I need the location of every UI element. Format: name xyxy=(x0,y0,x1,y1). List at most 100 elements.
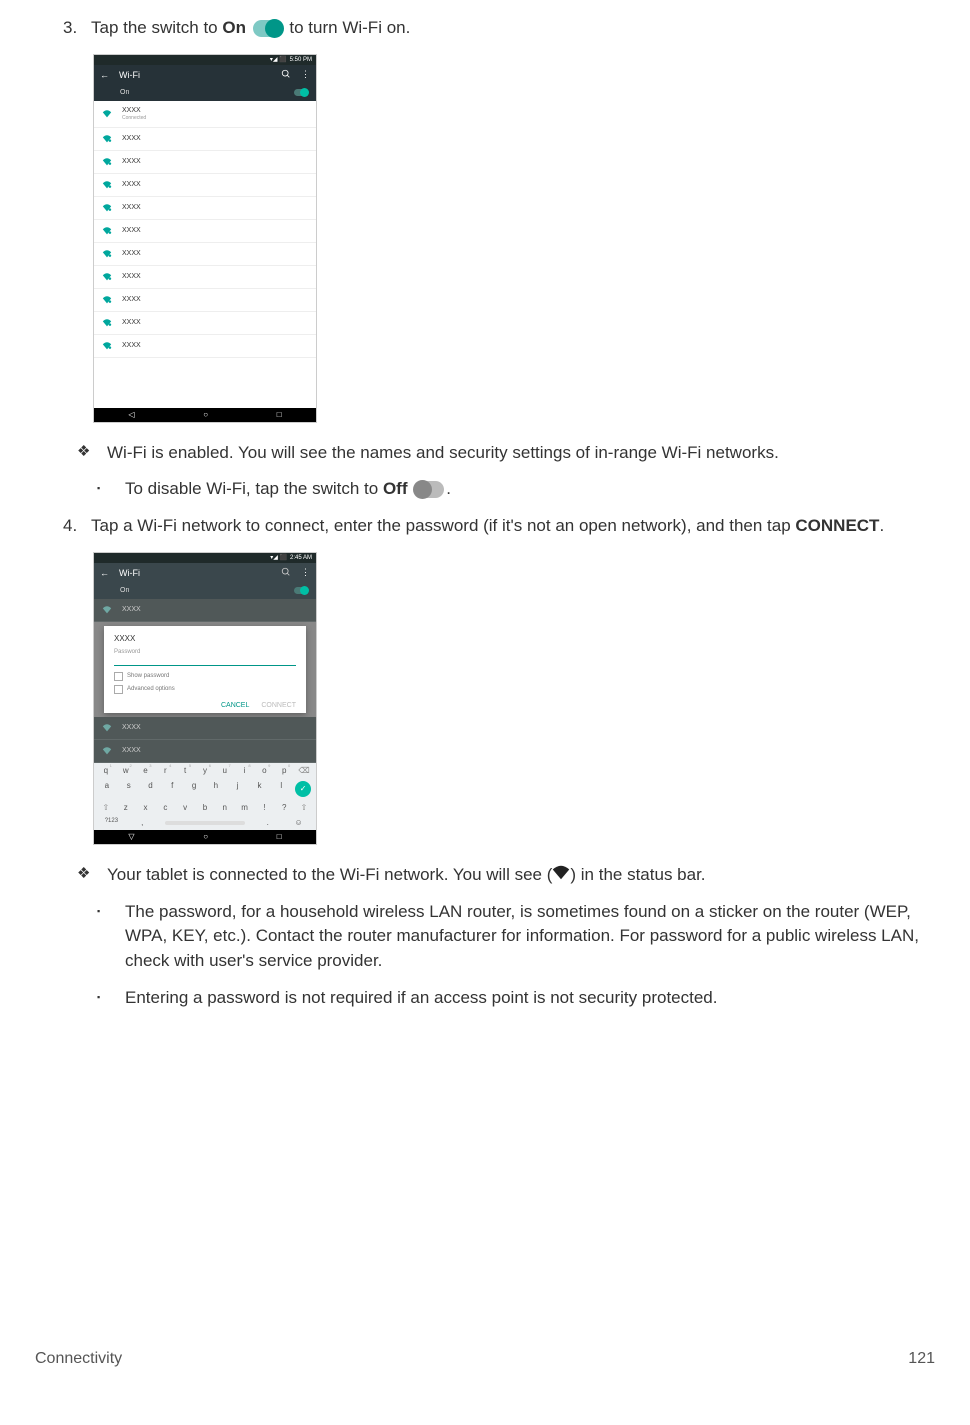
network-row: XXXX xyxy=(94,128,316,151)
wifi-icon xyxy=(102,341,112,351)
on-label: On xyxy=(120,587,129,594)
key: v xyxy=(177,803,193,812)
toggle-on-icon xyxy=(253,20,283,37)
nav-bar: ▽ ○ □ xyxy=(94,830,316,844)
key: c xyxy=(157,803,173,812)
network-name: XXXX xyxy=(122,135,141,142)
diamond-bullet-icon: ❖ xyxy=(77,441,107,466)
nav-recent-icon: □ xyxy=(277,410,282,419)
wifi-icon xyxy=(102,109,112,119)
bullet-disable-wifi: ▪ To disable Wi-Fi, tap the switch to Of… xyxy=(97,477,935,502)
advanced-options-checkbox: Advanced options xyxy=(114,685,296,694)
key: ? xyxy=(276,803,292,812)
network-row: XXXX xyxy=(94,220,316,243)
bullet-text-after: . xyxy=(446,479,451,498)
search-icon xyxy=(281,567,291,579)
key: x xyxy=(138,803,154,812)
key: s xyxy=(121,781,137,797)
toggle-on-icon xyxy=(294,587,308,594)
key: 2w xyxy=(118,766,134,775)
key: j xyxy=(230,781,246,797)
bullet-text: The password, for a household wireless L… xyxy=(125,900,935,974)
key: 1q xyxy=(98,766,114,775)
network-name: XXXX xyxy=(122,204,141,211)
network-name: XXXX xyxy=(122,273,141,280)
step-number: 3. xyxy=(63,16,91,40)
password-label: Password xyxy=(114,649,296,655)
back-icon: ← xyxy=(100,568,109,578)
nav-back-icon: ▽ xyxy=(128,832,134,841)
step-bold: CONNECT xyxy=(795,516,879,535)
network-row: XXXX xyxy=(94,243,316,266)
network-sub: Connected xyxy=(122,115,146,121)
key: 0p xyxy=(276,766,292,775)
key: 6y xyxy=(197,766,213,775)
key: g xyxy=(186,781,202,797)
wifi-icon xyxy=(102,249,112,259)
page-footer: Connectivity 121 xyxy=(35,1350,935,1368)
wifi-icon xyxy=(102,157,112,167)
network-row: XXXX xyxy=(94,599,316,622)
bullet-password-info: ▪ The password, for a household wireless… xyxy=(97,900,935,974)
key: h xyxy=(208,781,224,797)
status-bar: ▾◢ ⬛ 5:50 PM xyxy=(94,55,316,65)
step-bold: On xyxy=(222,18,246,37)
on-label: On xyxy=(120,89,129,96)
screenshot-wifi-connect: ▾◢ ⬛ 2:45 AM ← Wi-Fi ⋮ On XXXX XXXX Pass… xyxy=(93,552,317,845)
footer-section: Connectivity xyxy=(35,1350,122,1368)
key: l xyxy=(273,781,289,797)
wifi-icon xyxy=(102,723,112,733)
cancel-button: CANCEL xyxy=(221,702,249,709)
key: 5t xyxy=(177,766,193,775)
key: 8i xyxy=(237,766,253,775)
wifi-status-icon: ▾◢ ⬛ xyxy=(270,554,287,561)
key: b xyxy=(197,803,213,812)
step-text-after: . xyxy=(879,516,884,535)
step-text: Tap a Wi-Fi network to connect, enter th… xyxy=(91,516,795,535)
network-name: XXXX xyxy=(122,158,141,165)
wifi-connected-icon xyxy=(552,863,570,888)
wifi-icon xyxy=(102,295,112,305)
key: , xyxy=(134,818,150,827)
step-number: 4. xyxy=(63,514,91,538)
network-row: XXXX xyxy=(94,717,316,740)
bullet-wifi-enabled: ❖ Wi-Fi is enabled. You will see the nam… xyxy=(77,441,935,466)
app-title: Wi-Fi xyxy=(119,568,271,578)
network-row: XXXX xyxy=(94,266,316,289)
key: d xyxy=(142,781,158,797)
wifi-on-row: On xyxy=(94,583,316,599)
nav-home-icon: ○ xyxy=(203,832,208,841)
search-icon xyxy=(281,69,291,81)
step-3: 3. Tap the switch to On to turn Wi-Fi on… xyxy=(63,16,935,40)
step-text-after: to turn Wi-Fi on. xyxy=(285,18,411,37)
bullet-text: To disable Wi-Fi, tap the switch to xyxy=(125,479,383,498)
wifi-icon xyxy=(102,203,112,213)
wifi-icon xyxy=(102,134,112,144)
nav-recent-icon: □ xyxy=(277,832,282,841)
bullet-bold: Off xyxy=(383,479,408,498)
wifi-icon xyxy=(102,318,112,328)
network-name: XXXX xyxy=(122,227,141,234)
step-4: 4. Tap a Wi-Fi network to connect, enter… xyxy=(63,514,935,538)
bullet-no-password: ▪ Entering a password is not required if… xyxy=(97,986,935,1011)
network-row: XXXX xyxy=(94,151,316,174)
wifi-icon xyxy=(102,605,112,615)
app-bar: ← Wi-Fi ⋮ xyxy=(94,563,316,583)
shift-icon: ⇧ xyxy=(98,803,114,812)
dialog-title: XXXX xyxy=(114,634,296,643)
wifi-icon xyxy=(102,272,112,282)
nav-home-icon: ○ xyxy=(203,410,208,419)
app-bar: ← Wi-Fi ⋮ xyxy=(94,65,316,85)
key: k xyxy=(251,781,267,797)
checkbox-icon xyxy=(114,685,123,694)
bullet-text: Your tablet is connected to the Wi-Fi ne… xyxy=(107,865,552,884)
key: 9o xyxy=(256,766,272,775)
network-row: XXXX xyxy=(94,289,316,312)
shift-icon: ⇧ xyxy=(296,803,312,812)
key: 4r xyxy=(157,766,173,775)
back-icon: ← xyxy=(100,70,109,80)
network-name: XXXX xyxy=(122,250,141,257)
network-row: XXXX xyxy=(94,740,316,763)
network-row: XXXX xyxy=(94,197,316,220)
checkbox-icon xyxy=(114,672,123,681)
